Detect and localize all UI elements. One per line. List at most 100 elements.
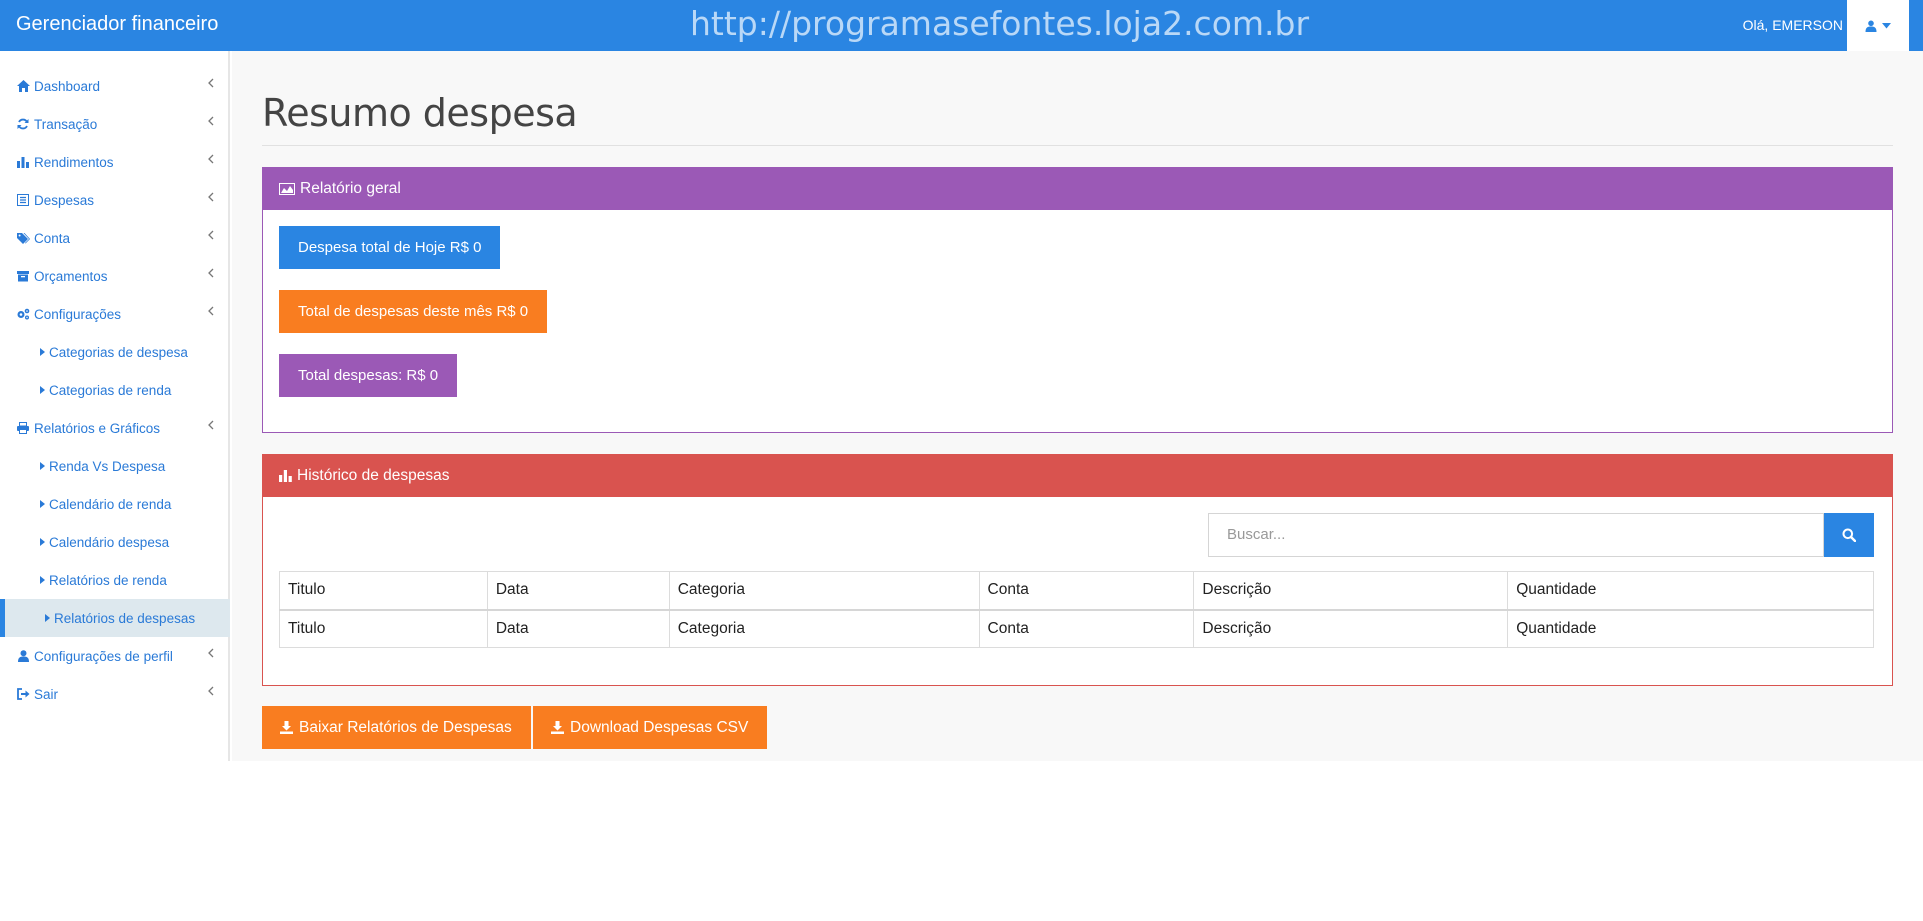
search-icon — [1842, 528, 1856, 542]
column-footer-conta: Conta — [978, 609, 1195, 648]
sidebar-subitem-calendario-despesa[interactable]: Calendário despesa — [0, 523, 230, 561]
column-header-titulo[interactable]: Titulo — [279, 571, 488, 611]
gears-icon — [16, 307, 30, 321]
sidebar-item-label: Categorias de despesa — [49, 344, 188, 360]
column-header-categoria[interactable]: Categoria — [668, 571, 980, 611]
stat-month-expense[interactable]: Total de despesas deste mês R$ 0 — [279, 290, 548, 333]
main-content: Resumo despesa Relatório geral Despesa t… — [232, 51, 1923, 761]
user-icon — [16, 649, 30, 663]
archive-icon — [16, 269, 30, 283]
refresh-icon — [16, 117, 30, 131]
column-footer-data: Data — [486, 609, 670, 648]
sidebar-item-sair[interactable]: Sair — [0, 675, 230, 713]
report-panel-title: Relatório geral — [300, 180, 401, 197]
list-icon — [16, 193, 30, 207]
sidebar-subitem-categorias-despesa[interactable]: Categorias de despesa — [0, 333, 230, 371]
sidebar-item-label: Sair — [34, 686, 59, 702]
column-header-quantidade[interactable]: Quantidade — [1507, 571, 1874, 611]
chevron-left-icon — [208, 154, 214, 164]
caret-right-icon — [38, 573, 46, 587]
watermark-url: http://programasefontes.loja2.com.br — [690, 4, 1310, 43]
history-panel-header: Histórico de despesas — [263, 455, 1892, 497]
sidebar-item-label: Relatórios de despesas — [54, 610, 196, 626]
sidebar-item-label: Orçamentos — [34, 268, 108, 284]
sidebar-item-label: Categorias de renda — [49, 382, 172, 398]
chevron-left-icon — [208, 420, 214, 430]
column-footer-titulo: Titulo — [279, 609, 488, 648]
download-reports-button[interactable]: Baixar Relatórios de Despesas — [262, 706, 531, 749]
column-footer-descricao: Descrição — [1193, 609, 1509, 648]
column-footer-categoria: Categoria — [668, 609, 980, 648]
report-panel: Relatório geral Despesa total de Hoje R$… — [262, 167, 1893, 433]
report-panel-header: Relatório geral — [263, 168, 1892, 210]
chevron-left-icon — [208, 686, 214, 696]
sidebar-item-label: Renda Vs Despesa — [49, 458, 166, 474]
user-greeting: Olá, EMERSON — [1742, 17, 1843, 33]
page-title: Resumo despesa — [262, 91, 578, 135]
sidebar-subitem-renda-vs-despesa[interactable]: Renda Vs Despesa — [0, 447, 230, 485]
history-panel-title: Histórico de despesas — [297, 467, 450, 484]
sidebar-item-rendimentos[interactable]: Rendimentos — [0, 143, 230, 181]
download-reports-label: Baixar Relatórios de Despesas — [299, 718, 512, 736]
caret-down-icon — [1882, 22, 1891, 28]
user-menu-button[interactable] — [1847, 0, 1909, 51]
sidebar-item-orcamentos[interactable]: Orçamentos — [0, 257, 230, 295]
sidebar: Dashboard Transação Rendimentos Despesas… — [0, 51, 230, 761]
chevron-left-icon — [208, 648, 214, 658]
caret-right-icon — [38, 345, 46, 359]
sidebar-item-configuracoes[interactable]: Configurações — [0, 295, 230, 333]
column-footer-quantidade: Quantidade — [1507, 609, 1874, 648]
sidebar-item-label: Configurações — [34, 306, 122, 322]
search-input[interactable]: Buscar... — [1208, 513, 1824, 557]
caret-right-icon — [43, 611, 51, 625]
sidebar-subitem-relatorios-renda[interactable]: Relatórios de renda — [0, 561, 230, 599]
sidebar-item-despesas[interactable]: Despesas — [0, 181, 230, 219]
sidebar-item-transacao[interactable]: Transação — [0, 105, 230, 143]
sidebar-item-label: Conta — [34, 230, 71, 246]
table-footer-row: Titulo Data Categoria Conta Descrição Qu… — [279, 609, 1874, 648]
sidebar-item-conta[interactable]: Conta — [0, 219, 230, 257]
sidebar-item-label: Configurações de perfil — [34, 648, 173, 664]
expenses-table: Titulo Data Categoria Conta Descrição Qu… — [279, 571, 1874, 648]
sidebar-item-label: Transação — [34, 116, 98, 132]
sidebar-item-dashboard[interactable]: Dashboard — [0, 67, 230, 105]
app-brand[interactable]: Gerenciador financeiro — [16, 13, 218, 36]
table-header-row: Titulo Data Categoria Conta Descrição Qu… — [279, 571, 1874, 611]
column-header-descricao[interactable]: Descrição — [1193, 571, 1509, 611]
sidebar-subitem-calendario-renda[interactable]: Calendário de renda — [0, 485, 230, 523]
sidebar-subitem-categorias-renda[interactable]: Categorias de renda — [0, 371, 230, 409]
caret-right-icon — [38, 497, 46, 511]
sidebar-item-relatorios-graficos[interactable]: Relatórios e Gráficos — [0, 409, 230, 447]
tags-icon — [16, 231, 30, 245]
sidebar-item-label: Rendimentos — [34, 154, 114, 170]
chevron-left-icon — [208, 230, 214, 240]
sidebar-item-label: Despesas — [34, 192, 95, 208]
area-chart-icon — [279, 183, 295, 195]
column-header-conta[interactable]: Conta — [978, 571, 1195, 611]
caret-right-icon — [38, 459, 46, 473]
bar-chart-icon — [279, 470, 292, 482]
download-csv-label: Download Despesas CSV — [570, 718, 749, 736]
sidebar-item-label: Calendário despesa — [49, 534, 170, 550]
stat-total-expense[interactable]: Total despesas: R$ 0 — [279, 354, 458, 397]
chevron-left-icon — [208, 192, 214, 202]
download-csv-button[interactable]: Download Despesas CSV — [533, 706, 768, 749]
chevron-left-icon — [208, 78, 214, 88]
sidebar-item-label: Calendário de renda — [49, 496, 172, 512]
chevron-left-icon — [208, 306, 214, 316]
caret-right-icon — [38, 383, 46, 397]
sign-out-icon — [16, 687, 30, 701]
bar-chart-icon — [16, 155, 30, 169]
print-icon — [16, 421, 30, 435]
download-icon — [551, 721, 564, 734]
user-icon — [1865, 20, 1877, 32]
title-divider — [262, 145, 1893, 146]
column-header-data[interactable]: Data — [486, 571, 670, 611]
stat-today-expense[interactable]: Despesa total de Hoje R$ 0 — [279, 226, 501, 269]
sidebar-item-label: Dashboard — [34, 78, 101, 94]
sidebar-item-label: Relatórios de renda — [49, 572, 167, 588]
sidebar-item-configuracoes-perfil[interactable]: Configurações de perfil — [0, 637, 230, 675]
search-button[interactable] — [1824, 513, 1874, 557]
sidebar-item-label: Relatórios e Gráficos — [34, 420, 161, 436]
sidebar-subitem-relatorios-despesas[interactable]: Relatórios de despesas — [0, 599, 230, 637]
